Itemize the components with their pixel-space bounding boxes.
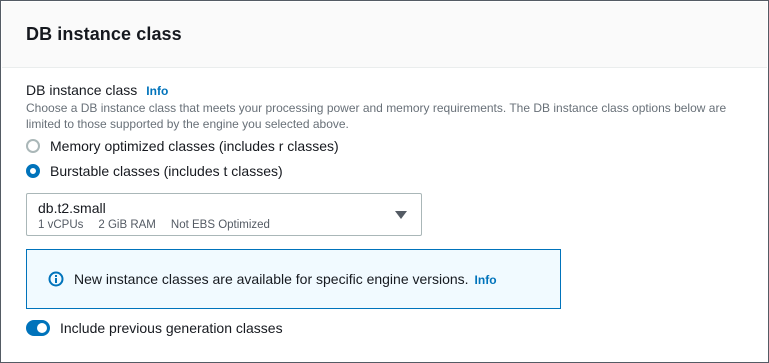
ram-size: 2 GiB RAM bbox=[98, 219, 156, 231]
radio-label: Burstable classes (includes t classes) bbox=[50, 163, 283, 179]
radio-button[interactable] bbox=[26, 139, 40, 153]
field-info-link[interactable]: Info bbox=[146, 84, 168, 98]
ebs-status: Not EBS Optimized bbox=[170, 219, 270, 231]
panel-title: DB instance class bbox=[26, 24, 182, 44]
radio-button-selected[interactable] bbox=[26, 164, 40, 178]
db-instance-class-panel: DB instance class DB instance class Info … bbox=[0, 0, 769, 363]
panel-header: DB instance class bbox=[2, 2, 767, 68]
radio-memory-optimized[interactable]: Memory optimized classes (includes r cla… bbox=[26, 137, 339, 155]
toggle-knob bbox=[37, 323, 47, 333]
info-alert: New instance classes are available for s… bbox=[26, 249, 561, 309]
alert-message: New instance classes are available for s… bbox=[74, 271, 469, 287]
toggle-switch[interactable] bbox=[26, 320, 50, 336]
previous-generation-toggle-row[interactable]: Include previous generation classes bbox=[26, 320, 283, 336]
select-meta: 1 vCPUs 2 GiB RAM Not EBS Optimized bbox=[38, 219, 285, 231]
toggle-label: Include previous generation classes bbox=[60, 320, 283, 336]
radio-burstable[interactable]: Burstable classes (includes t classes) bbox=[26, 162, 283, 180]
alert-text-row: New instance classes are available for s… bbox=[74, 271, 497, 287]
select-value: db.t2.small bbox=[38, 200, 106, 216]
instance-class-select[interactable]: db.t2.small 1 vCPUs 2 GiB RAM Not EBS Opti… bbox=[26, 193, 422, 236]
field-label-row: DB instance class Info bbox=[26, 82, 168, 98]
alert-info-link[interactable]: Info bbox=[475, 273, 497, 287]
vcpu-count: 1 vCPUs bbox=[38, 219, 84, 231]
radio-label: Memory optimized classes (includes r cla… bbox=[50, 138, 339, 154]
field-description: Choose a DB instance class that meets yo… bbox=[26, 101, 727, 131]
field-label: DB instance class bbox=[26, 82, 138, 98]
caret-down-icon[interactable] bbox=[395, 211, 407, 219]
info-circle-icon bbox=[48, 271, 64, 287]
